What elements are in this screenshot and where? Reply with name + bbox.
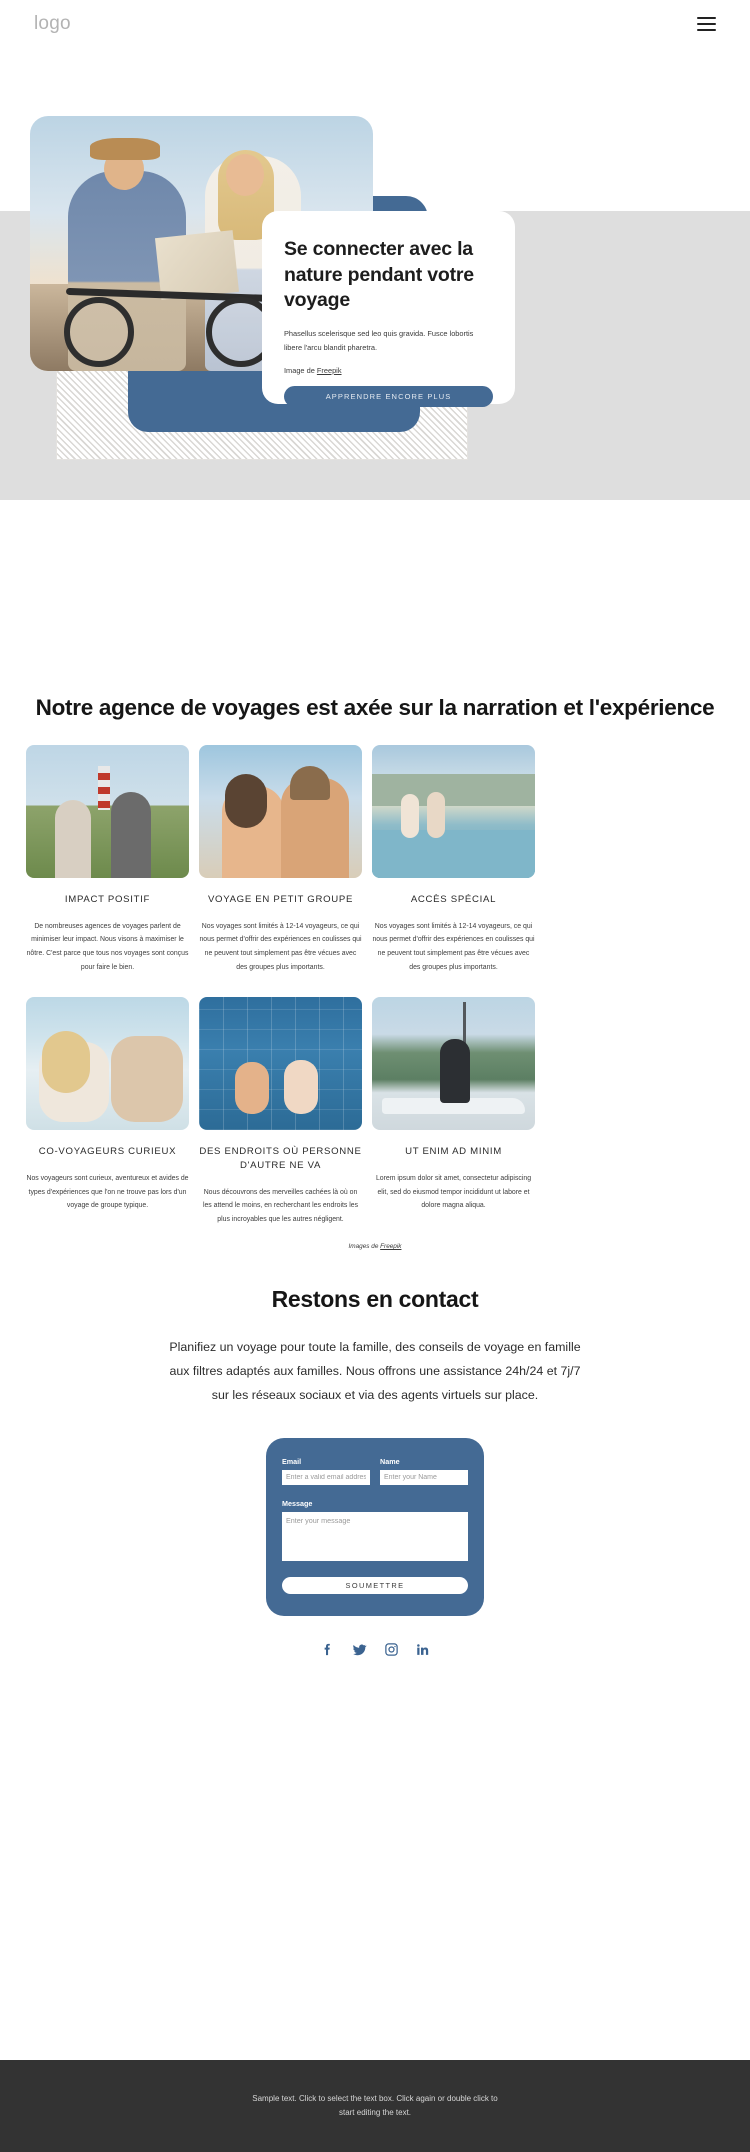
hero-credit-prefix: Image de: [284, 365, 317, 375]
photo-man-hat: [90, 138, 160, 160]
feature-card-title: VOYAGE EN PETIT GROUPE: [207, 893, 354, 905]
contact-form: Email Name Message SOUMETTRE: [266, 1437, 484, 1616]
photo-person: [427, 791, 446, 838]
hamburger-line: [697, 29, 716, 31]
name-input[interactable]: [380, 1469, 468, 1485]
photo-person: [283, 1059, 318, 1114]
photo-paper-map: [154, 230, 240, 300]
message-field-group: Message: [282, 1499, 468, 1561]
photo-person: [440, 1039, 471, 1104]
photo-person: [234, 1061, 269, 1114]
feature-card[interactable]: CO-VOYAGEURS CURIEUX Nos voyageurs sont …: [26, 996, 189, 1227]
photo-bicycle-wheel: [64, 297, 134, 367]
feature-card[interactable]: VOYAGE EN PETIT GROUPE Nos voyages sont …: [199, 744, 362, 975]
photo-fill: [199, 744, 362, 878]
pool-friends-photo: [199, 996, 362, 1130]
email-label: Email: [282, 1456, 302, 1466]
hero-credit-link[interactable]: Freepik: [317, 366, 342, 375]
feature-card[interactable]: ACCÈS SPÉCIAL Nos voyages sont limités à…: [372, 744, 535, 975]
hero-content-card: Se connecter avec la nature pendant votr…: [262, 211, 515, 407]
facebook-icon[interactable]: [320, 1642, 335, 1662]
linkedin-icon[interactable]: [415, 1642, 430, 1662]
hero-image-credit: Image de Freepik: [284, 366, 493, 375]
lighthouse-couple-photo: [26, 744, 189, 878]
hamburger-line: [697, 17, 716, 19]
selfie-couple-photo: [199, 744, 362, 878]
feature-card-title: CO-VOYAGEURS CURIEUX: [38, 1145, 177, 1157]
photo-person: [110, 791, 151, 878]
site-header: logo: [0, 0, 750, 48]
photo-fill: [26, 996, 189, 1130]
contact-title: Restons en contact: [271, 1286, 479, 1313]
photo-woman-head: [226, 154, 264, 196]
feature-card-title: ACCÈS SPÉCIAL: [410, 893, 497, 905]
feature-card[interactable]: DES ENDROITS OÙ PERSONNE D'AUTRE NE VA N…: [199, 996, 362, 1227]
email-field-group: Email: [282, 1457, 370, 1485]
photo-fill: [199, 996, 362, 1130]
hamburger-line: [697, 23, 716, 25]
photo-pool-water: [372, 829, 535, 878]
features-credit-prefix: Images de: [348, 1243, 381, 1251]
feature-card-text: Lorem ipsum dolor sit amet, consectetur …: [375, 1174, 532, 1210]
photo-hat: [290, 765, 331, 800]
instagram-icon[interactable]: [384, 1642, 399, 1662]
poolside-couple-photo: [26, 996, 189, 1130]
hero-section: Se connecter avec la nature pendant votr…: [0, 48, 750, 660]
photo-hillside: [372, 773, 535, 806]
hero-paragraph: Phasellus scelerisque sed leo quis gravi…: [284, 329, 474, 352]
contact-section: Restons en contact Planifiez un voyage p…: [0, 1250, 750, 1662]
infinity-pool-photo: [372, 744, 535, 878]
feature-card-title: DES ENDROITS OÙ PERSONNE D'AUTRE NE VA: [199, 1145, 362, 1171]
photo-person: [110, 1035, 183, 1122]
photo-person: [401, 793, 420, 838]
photo-hair: [225, 773, 268, 828]
sailboat-woman-photo: [372, 996, 535, 1130]
feature-card-title: UT ENIM AD MINIM: [405, 1145, 502, 1157]
feature-card-text: Nos voyageurs sont curieux, aventureux e…: [26, 1174, 189, 1210]
features-credit-link[interactable]: Freepik: [380, 1243, 401, 1250]
feature-card[interactable]: IMPACT POSITIF De nombreuses agences de …: [26, 744, 189, 975]
photo-fill: [372, 996, 535, 1130]
feature-card-text: Nous découvrons des merveilles cachées l…: [202, 1188, 359, 1224]
name-label: Name: [380, 1456, 400, 1466]
photo-person: [55, 799, 92, 878]
features-title: Notre agence de voyages est axée sur la …: [35, 695, 715, 720]
message-label: Message: [282, 1498, 313, 1508]
hamburger-menu-icon[interactable]: [697, 17, 716, 31]
feature-card-text: De nombreuses agences de voyages parlent…: [26, 922, 189, 972]
social-links: [26, 1642, 724, 1662]
site-logo[interactable]: logo: [34, 13, 71, 35]
photo-hair: [42, 1031, 91, 1094]
photo-fill: [372, 744, 535, 878]
email-input[interactable]: [282, 1469, 370, 1485]
feature-card-text: Nos voyages sont limités à 12-14 voyageu…: [199, 922, 362, 972]
features-row-1: IMPACT POSITIF De nombreuses agences de …: [26, 744, 724, 975]
features-row-2: CO-VOYAGEURS CURIEUX Nos voyageurs sont …: [26, 996, 724, 1227]
features-section: Notre agence de voyages est axée sur la …: [0, 660, 750, 1250]
hero-title: Se connecter avec la nature pendant votr…: [284, 238, 474, 312]
feature-card-title: IMPACT POSITIF: [64, 893, 151, 905]
site-footer: Sample text. Click to select the text bo…: [0, 2060, 750, 2152]
feature-card[interactable]: UT ENIM AD MINIM Lorem ipsum dolor sit a…: [372, 996, 535, 1227]
footer-text: Sample text. Click to select the text bo…: [252, 2094, 498, 2117]
learn-more-button[interactable]: APPRENDRE ENCORE PLUS: [284, 385, 493, 407]
features-image-credit: Images de Freepik: [26, 1243, 724, 1250]
submit-button[interactable]: SOUMETTRE: [282, 1576, 468, 1594]
feature-card-text: Nos voyages sont limités à 12-14 voyageu…: [372, 922, 535, 972]
photo-lighthouse: [97, 765, 110, 810]
form-row-top: Email Name: [282, 1457, 468, 1485]
message-textarea[interactable]: [282, 1511, 468, 1561]
name-field-group: Name: [380, 1457, 468, 1485]
contact-paragraph: Planifiez un voyage pour toute la famill…: [169, 1340, 581, 1403]
photo-pool-tiles: [199, 996, 362, 1130]
photo-fill: [26, 744, 189, 878]
twitter-icon[interactable]: [351, 1642, 368, 1662]
